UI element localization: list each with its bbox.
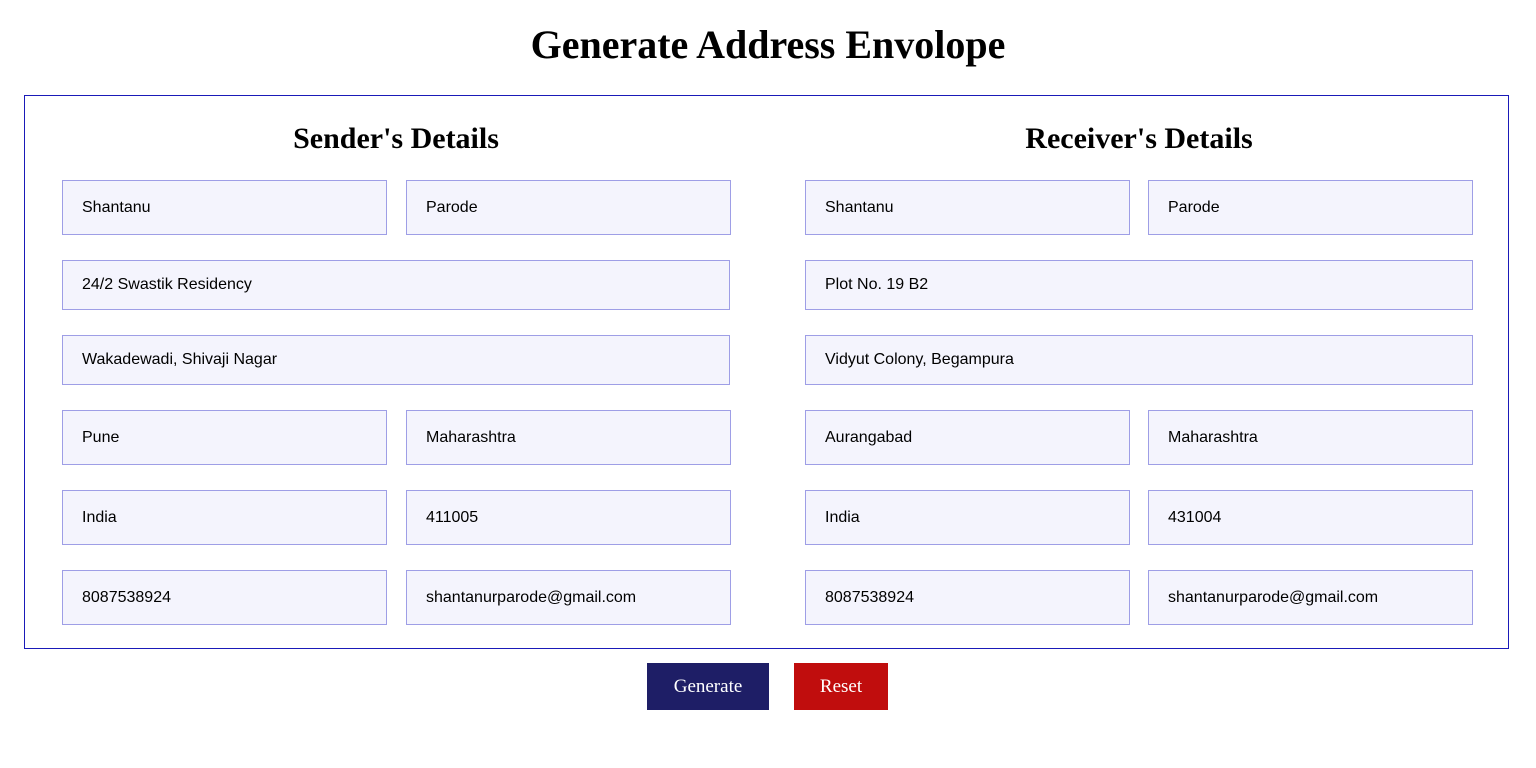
sender-last-name-input[interactable] xyxy=(406,180,731,235)
receiver-last-name-input[interactable] xyxy=(1148,180,1473,235)
sender-email-input[interactable] xyxy=(406,570,731,625)
receiver-phone-input[interactable] xyxy=(805,570,1130,625)
receiver-state-input[interactable] xyxy=(1148,410,1473,465)
receiver-address-line2-input[interactable] xyxy=(805,335,1473,385)
sender-state-input[interactable] xyxy=(406,410,731,465)
receiver-email-input[interactable] xyxy=(1148,570,1473,625)
receiver-heading: Receiver's Details xyxy=(1025,122,1253,155)
sender-heading: Sender's Details xyxy=(293,122,499,155)
receiver-pincode-input[interactable] xyxy=(1148,490,1473,545)
receiver-address-line1-input[interactable] xyxy=(805,260,1473,310)
page-title: Generate Address Envolope xyxy=(530,22,1006,67)
sender-pincode-input[interactable] xyxy=(406,490,731,545)
sender-first-name-input[interactable] xyxy=(62,180,387,235)
generate-button[interactable]: Generate xyxy=(647,663,769,710)
receiver-city-input[interactable] xyxy=(805,410,1130,465)
reset-button[interactable]: Reset xyxy=(794,663,888,710)
receiver-first-name-input[interactable] xyxy=(805,180,1130,235)
receiver-country-input[interactable] xyxy=(805,490,1130,545)
sender-city-input[interactable] xyxy=(62,410,387,465)
envelope-form: Sender's Details Receiver's Details xyxy=(24,95,1509,649)
sender-phone-input[interactable] xyxy=(62,570,387,625)
sender-address-line1-input[interactable] xyxy=(62,260,730,310)
sender-country-input[interactable] xyxy=(62,490,387,545)
sender-address-line2-input[interactable] xyxy=(62,335,730,385)
